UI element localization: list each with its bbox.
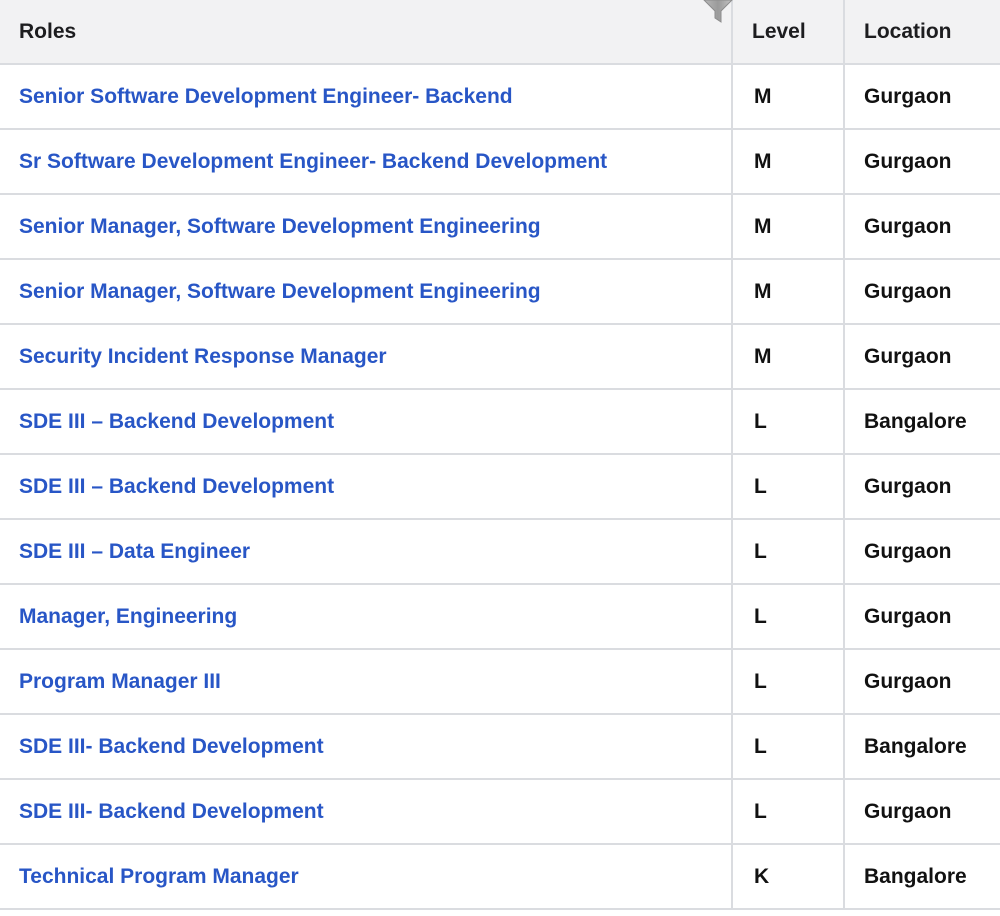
role-cell: SDE III- Backend Development: [0, 714, 733, 780]
location-cell: Bangalore: [844, 714, 1000, 780]
role-cell: SDE III – Backend Development: [0, 389, 733, 455]
role-link[interactable]: SDE III – Backend Development: [19, 475, 334, 498]
location-cell: Gurgaon: [844, 194, 1000, 260]
role-cell: SDE III – Backend Development: [0, 454, 733, 520]
level-cell: L: [732, 779, 845, 845]
column-header-roles[interactable]: Roles: [0, 0, 733, 65]
table-row: Senior Manager, Software Development Eng…: [0, 194, 1000, 260]
table-row: SDE III – Backend Development L Gurgaon: [0, 454, 1000, 520]
level-cell: L: [732, 519, 845, 585]
location-cell: Gurgaon: [844, 129, 1000, 195]
level-cell: L: [732, 454, 845, 520]
column-header-level[interactable]: Level: [732, 0, 845, 65]
level-cell: M: [732, 194, 845, 260]
location-cell: Gurgaon: [844, 454, 1000, 520]
role-link[interactable]: SDE III – Backend Development: [19, 410, 334, 433]
filter-icon[interactable]: [703, 0, 733, 24]
role-cell: Senior Manager, Software Development Eng…: [0, 194, 733, 260]
location-cell: Gurgaon: [844, 324, 1000, 390]
table-row: SDE III – Backend Development L Bangalore: [0, 389, 1000, 455]
role-cell: Senior Manager, Software Development Eng…: [0, 259, 733, 325]
location-cell: Bangalore: [844, 844, 1000, 910]
role-link[interactable]: Sr Software Development Engineer- Backen…: [19, 150, 607, 173]
role-cell: Senior Software Development Engineer- Ba…: [0, 64, 733, 130]
level-cell: M: [732, 64, 845, 130]
table-row: Senior Software Development Engineer- Ba…: [0, 64, 1000, 130]
location-cell: Gurgaon: [844, 779, 1000, 845]
level-cell: M: [732, 129, 845, 195]
roles-table: Roles Level Location Senior Software Dev…: [0, 0, 1000, 910]
role-link[interactable]: Senior Manager, Software Development Eng…: [19, 215, 541, 238]
column-header-location[interactable]: Location: [844, 0, 1000, 65]
location-cell: Gurgaon: [844, 64, 1000, 130]
role-link[interactable]: Senior Software Development Engineer- Ba…: [19, 85, 513, 108]
role-link[interactable]: Technical Program Manager: [19, 865, 299, 888]
role-cell: SDE III – Data Engineer: [0, 519, 733, 585]
table-row: Senior Manager, Software Development Eng…: [0, 259, 1000, 325]
role-link[interactable]: SDE III – Data Engineer: [19, 540, 250, 563]
role-cell: Technical Program Manager: [0, 844, 733, 910]
table-row: SDE III – Data Engineer L Gurgaon: [0, 519, 1000, 585]
table-row: Program Manager III L Gurgaon: [0, 649, 1000, 715]
location-cell: Gurgaon: [844, 649, 1000, 715]
role-cell: Sr Software Development Engineer- Backen…: [0, 129, 733, 195]
level-cell: M: [732, 259, 845, 325]
table-row: Sr Software Development Engineer- Backen…: [0, 129, 1000, 195]
table-row: Security Incident Response Manager M Gurga…: [0, 324, 1000, 390]
location-cell: Gurgaon: [844, 259, 1000, 325]
role-link[interactable]: SDE III- Backend Development: [19, 735, 324, 758]
location-cell: Gurgaon: [844, 519, 1000, 585]
table-body: Senior Software Development Engineer- Ba…: [0, 64, 1000, 910]
level-cell: M: [732, 324, 845, 390]
table-row: SDE III- Backend Development L Bangalore: [0, 714, 1000, 780]
level-cell: K: [732, 844, 845, 910]
table-row: Technical Program Manager K Bangalore: [0, 844, 1000, 910]
table-row: SDE III- Backend Development L Gurgaon: [0, 779, 1000, 845]
level-cell: L: [732, 389, 845, 455]
role-link[interactable]: Security Incident Response Manager: [19, 345, 387, 368]
role-link[interactable]: SDE III- Backend Development: [19, 800, 324, 823]
role-link[interactable]: Program Manager III: [19, 670, 221, 693]
table-row: Manager, Engineering L Gurgaon: [0, 584, 1000, 650]
header-row: Roles Level Location: [0, 0, 1000, 65]
role-cell: Security Incident Response Manager: [0, 324, 733, 390]
level-cell: L: [732, 584, 845, 650]
table-header: Roles Level Location: [0, 0, 1000, 65]
role-link[interactable]: Manager, Engineering: [19, 605, 237, 628]
location-cell: Gurgaon: [844, 584, 1000, 650]
roles-table-container: Roles Level Location Senior Software Dev…: [0, 0, 1000, 916]
level-cell: L: [732, 714, 845, 780]
role-link[interactable]: Senior Manager, Software Development Eng…: [19, 280, 541, 303]
role-cell: Program Manager III: [0, 649, 733, 715]
role-cell: SDE III- Backend Development: [0, 779, 733, 845]
role-cell: Manager, Engineering: [0, 584, 733, 650]
location-cell: Bangalore: [844, 389, 1000, 455]
level-cell: L: [732, 649, 845, 715]
